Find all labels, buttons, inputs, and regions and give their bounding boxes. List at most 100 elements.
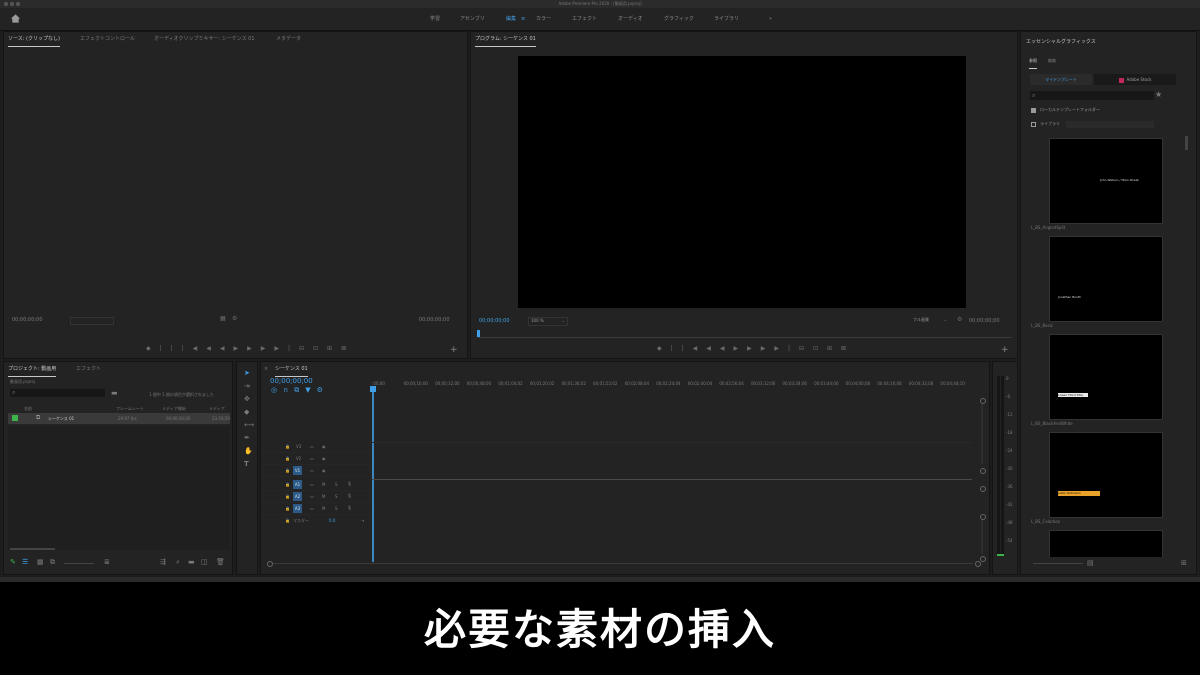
workspace-tab-libraries[interactable]: ライブラリ	[714, 8, 739, 30]
track-header-master[interactable]: 🔒 マスター 0.0 ⇥	[261, 516, 371, 526]
program-scrub-bar[interactable]	[478, 337, 1012, 338]
workspace-tab-color[interactable]: カラー	[536, 8, 551, 30]
tab-browse[interactable]: 参照	[1029, 54, 1037, 69]
source-fit-dropdown[interactable]	[70, 317, 114, 325]
new-layer-icon[interactable]: ⊞	[1181, 560, 1187, 567]
zoom-slider[interactable]	[64, 563, 94, 564]
template-thumbnail[interactable]: John Watson / Main Street	[1049, 138, 1163, 224]
ripple-edit-tool-icon[interactable]: ✥	[244, 396, 250, 403]
adobe-stock-button[interactable]: Adobe Stock	[1094, 74, 1176, 85]
tab-program[interactable]: プログラム: シーケンス 01	[475, 32, 536, 47]
timeline-timecode[interactable]: 00;00;00;00	[270, 377, 313, 385]
timeline-ruler[interactable]: :00;00 00;00;16;00 00;00;32;00 00;00;48;00 0…	[372, 381, 972, 393]
source-wrench-icon[interactable]: ⚙	[232, 315, 237, 322]
my-templates-button[interactable]: マイテンプレート	[1030, 74, 1092, 85]
track-header-a1[interactable]: 🔒 A1 ▭ M S 🎙	[261, 480, 371, 491]
pencil-icon[interactable]: ✎	[10, 559, 16, 566]
maximize-window-button[interactable]	[16, 2, 20, 6]
minimize-window-button[interactable]	[10, 2, 14, 6]
tab-effect-controls[interactable]: エフェクトコントロール	[80, 32, 135, 46]
source-transport-controls[interactable]: ◆|||◀◀◀▶▶▶▶|⊟⊡⊞⊠	[146, 345, 355, 352]
tab-source[interactable]: ソース: (クリップなし)	[8, 32, 60, 47]
track-label[interactable]: A1	[293, 480, 302, 489]
program-timecode[interactable]: 00;00;00;00	[479, 318, 510, 324]
timeline-close-icon[interactable]: ×	[264, 362, 268, 376]
thumbnail-size-slider[interactable]	[1033, 563, 1083, 564]
slip-tool-icon[interactable]: ⟷	[244, 422, 254, 429]
horizontal-scrollbar[interactable]	[10, 548, 55, 550]
track-label[interactable]: V1	[293, 466, 302, 475]
source-add-button[interactable]: +	[450, 345, 458, 355]
program-monitor[interactable]	[518, 56, 966, 308]
template-thumbnail[interactable]	[1049, 530, 1163, 557]
trash-icon[interactable]: 🗑	[216, 559, 225, 566]
program-transport-controls[interactable]: ◆||◀◀◀▶▶▶▶|⊟⊡⊞⊠	[657, 345, 855, 352]
icon-view-icon[interactable]: ▦	[37, 559, 44, 566]
new-item-icon[interactable]: ◫	[201, 559, 208, 566]
program-playhead[interactable]	[477, 330, 480, 337]
star-icon[interactable]: ★	[1155, 91, 1162, 99]
workspace-tab-audio[interactable]: オーディオ	[618, 8, 643, 30]
solo-icon[interactable]: S	[335, 506, 338, 511]
project-search-input[interactable]: ⌕	[10, 389, 105, 397]
program-add-button[interactable]: +	[1001, 345, 1009, 355]
workspace-tab-editing[interactable]: 編集	[506, 8, 516, 30]
track-header-a3[interactable]: 🔒 A3 ▭ M S 🎙	[261, 504, 371, 515]
lock-icon[interactable]: 🔒	[285, 518, 290, 523]
column-name[interactable]: 名前	[24, 406, 32, 412]
lock-icon[interactable]: 🔒	[285, 444, 290, 449]
list-view-icon[interactable]: ☰	[22, 559, 28, 566]
search-icon[interactable]: ⌕	[176, 559, 180, 566]
program-quality-dropdown[interactable]: フル画質 ⌄	[911, 317, 949, 324]
sync-icon[interactable]: ▭	[310, 506, 314, 511]
sync-icon[interactable]: ▭	[310, 456, 314, 461]
freeform-view-icon[interactable]: ⧉	[50, 559, 55, 566]
go-to-end-icon[interactable]: ⇥	[361, 518, 364, 523]
horizontal-zoom-handle[interactable]	[267, 561, 273, 567]
library-checkbox[interactable]	[1031, 122, 1036, 127]
program-zoom-dropdown[interactable]: 100 % ⌄	[528, 317, 568, 326]
microphone-icon[interactable]: 🎙	[347, 481, 352, 486]
track-header-v3[interactable]: 🔒 V3 ▭ ◉	[261, 442, 371, 453]
lock-icon[interactable]: 🔒	[285, 468, 290, 473]
list-view-icon[interactable]: ▤	[1087, 560, 1094, 567]
workspace-menu-icon[interactable]: ≡	[521, 8, 525, 30]
solo-icon[interactable]: S	[335, 494, 338, 499]
lock-icon[interactable]: 🔒	[285, 506, 290, 511]
mute-icon[interactable]: M	[322, 482, 325, 487]
sync-icon[interactable]: ▭	[310, 494, 314, 499]
column-media[interactable]: メディア	[209, 406, 225, 412]
solo-icon[interactable]: S	[335, 482, 338, 487]
tab-audio-clip-mixer[interactable]: オーディオクリップミキサー: シーケンス 01	[154, 32, 255, 46]
eye-icon[interactable]: ◉	[322, 468, 326, 473]
lock-icon[interactable]: 🔒	[285, 456, 290, 461]
workspace-tab-assembly[interactable]: アセンブリ	[460, 8, 485, 30]
track-header-a2[interactable]: 🔒 A2 ▭ M S 🎙	[261, 492, 371, 503]
timeline-tool-icons[interactable]: ◎∩⧉▼⚙	[271, 387, 329, 394]
new-bin-icon[interactable]: ▬	[111, 390, 118, 397]
table-row[interactable]: ⧉ シーケンス 01 29.97 fps 00;00;00;00 23;59;5…	[8, 413, 230, 424]
essential-graphics-search-input[interactable]: ⌕	[1030, 91, 1154, 100]
workspace-tab-graphics[interactable]: グラフィック	[664, 8, 694, 30]
microphone-icon[interactable]: 🎙	[347, 493, 352, 498]
program-wrench-icon[interactable]: ⚙	[957, 316, 962, 323]
lock-icon[interactable]: 🔒	[285, 482, 290, 487]
sort-icon[interactable]: ≣	[104, 559, 110, 566]
template-thumbnail[interactable]: Jonathan Booth	[1049, 236, 1163, 322]
tab-effects[interactable]: エフェクト	[76, 362, 101, 376]
microphone-icon[interactable]: 🎙	[347, 505, 352, 510]
eye-icon[interactable]: ◉	[322, 456, 326, 461]
razor-tool-icon[interactable]: ◆	[244, 409, 249, 416]
workspace-tab-learn[interactable]: 学習	[430, 8, 440, 30]
close-window-button[interactable]	[4, 2, 8, 6]
library-dropdown[interactable]	[1066, 121, 1154, 128]
tab-sequence[interactable]: シーケンス 01	[275, 362, 308, 377]
workspace-tab-effects[interactable]: エフェクト	[572, 8, 597, 30]
horizontal-zoom-handle[interactable]	[975, 561, 981, 567]
type-tool-icon[interactable]: T	[244, 461, 249, 468]
vertical-scrollbar[interactable]	[981, 520, 983, 554]
sync-icon[interactable]: ▭	[310, 468, 314, 473]
source-settings-icon[interactable]: ▦	[220, 315, 226, 322]
column-media-start[interactable]: メディア開始	[162, 406, 186, 412]
vertical-zoom-handle[interactable]	[980, 486, 986, 492]
